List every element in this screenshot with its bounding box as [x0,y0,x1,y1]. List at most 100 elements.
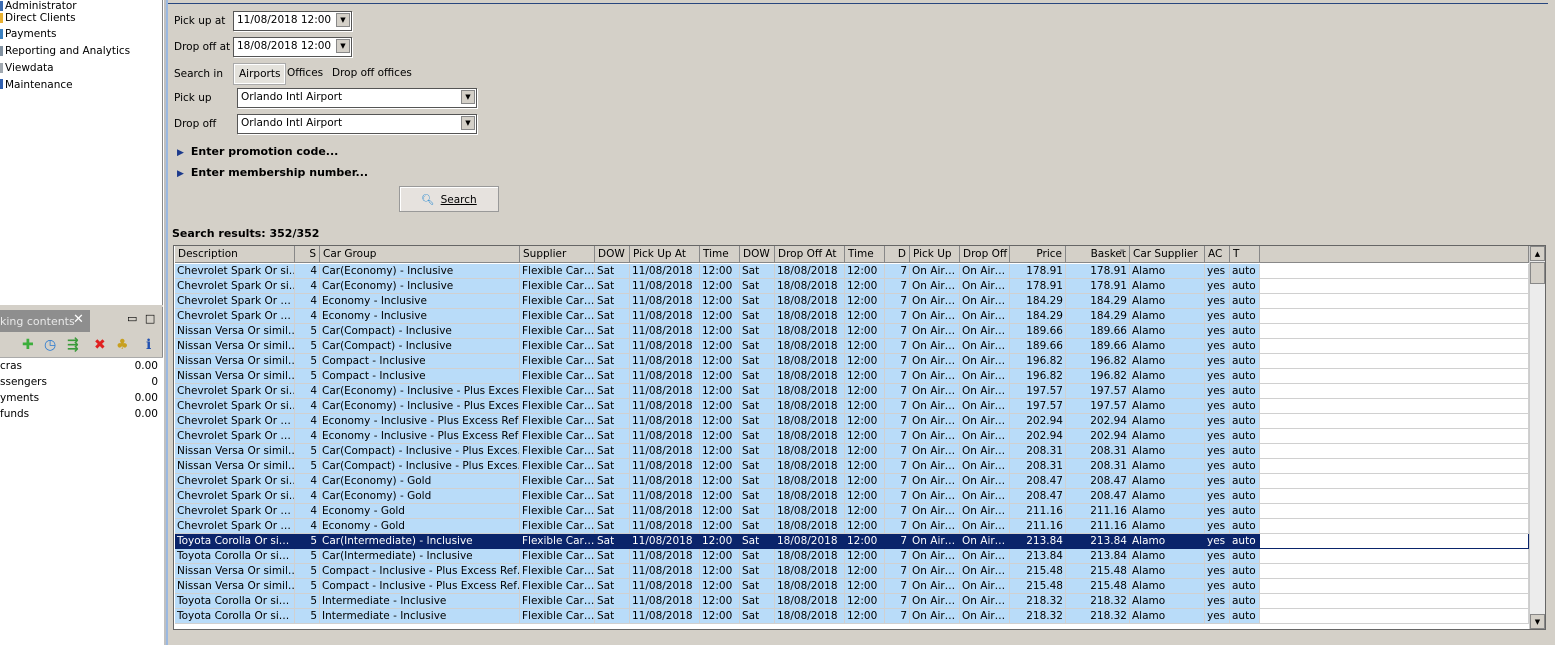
table-row[interactable]: Chevrolet Spark Or si… 4 Car(Economy) - In… [174,264,1530,279]
cell-ac: yes [1205,609,1230,624]
column-header-d[interactable]: D [885,246,910,263]
table-row[interactable]: Nissan Versa Or simil… 5 Compact - Inclusi… [174,579,1530,594]
column-header-price[interactable]: Price [1010,246,1066,263]
chevron-down-icon[interactable]: ▼ [336,13,350,27]
pickup-location-select[interactable]: Orlando Intl Airport ▼ [237,88,477,108]
column-header-drop-off[interactable]: Drop Off [960,246,1010,263]
search-in-airports[interactable]: Airports [232,63,287,85]
column-header-description[interactable]: Description [175,246,295,263]
cell-dow: Sat [740,519,775,534]
table-row[interactable]: Nissan Versa Or simil… 5 Car(Compact) - In… [174,339,1530,354]
dropoff-at-field[interactable]: 18/08/2018 12:00 ▼ [233,37,352,57]
cell-pick-up: On Air… [910,339,960,354]
cell-t: auto [1230,474,1260,489]
info-icon[interactable]: i [146,337,151,353]
column-header-supplier[interactable]: Supplier [520,246,595,263]
column-header-dow[interactable]: DOW [740,246,775,263]
column-header-car-group[interactable]: Car Group [320,246,520,263]
table-row[interactable]: Nissan Versa Or simil… 5 Compact - Inclusi… [174,369,1530,384]
cart-icon[interactable]: ⇶ [67,337,79,353]
cell-time: 12:00 [700,384,740,399]
search-button[interactable]: 🔍︎ Search [399,186,499,212]
table-row[interactable]: Toyota Corolla Or si… 5 Car(Intermediate) … [174,549,1530,564]
close-icon[interactable]: ✕ [73,312,84,327]
table-row[interactable]: Chevrolet Spark Or … 4 Economy - Inclusive… [174,414,1530,429]
nav-item-direct-clients[interactable]: Direct Clients [5,12,76,24]
column-header-car-supplier[interactable]: Car Supplier [1130,246,1205,263]
cell-dow: Sat [595,564,630,579]
column-header-time[interactable]: Time [845,246,885,263]
column-header-t[interactable]: T [1230,246,1260,263]
booking-contents-tab[interactable]: king contents ✕ [0,310,90,332]
cell-d: 7 [885,549,910,564]
search-in-drop-off-offices[interactable]: Drop off offices [328,64,416,82]
cell-pick-up: On Air… [910,489,960,504]
cell-d: 7 [885,414,910,429]
scroll-down-icon[interactable]: ▼ [1530,614,1545,629]
cell-d: 7 [885,324,910,339]
cell-dow: Sat [740,474,775,489]
nav-item-maintenance[interactable]: Maintenance [5,79,73,91]
dropoff-location-select[interactable]: Orlando Intl Airport ▼ [237,114,477,134]
promotion-code-expander[interactable]: ▶ Enter promotion code... [177,145,338,158]
nav-item-payments[interactable]: Payments [5,28,56,40]
delete-icon[interactable]: ✖ [94,337,106,353]
table-row[interactable]: Chevrolet Spark Or … 4 Economy - Inclusive… [174,294,1530,309]
table-row[interactable]: Nissan Versa Or simil… 5 Compact - Inclusi… [174,564,1530,579]
holiday-icon[interactable]: ♣ [116,337,129,353]
table-row[interactable]: Chevrolet Spark Or … 4 Economy - Gold Flexi… [174,519,1530,534]
promotion-code-label: Enter promotion code... [190,145,339,158]
cell-car-supplier: Alamo [1130,444,1205,459]
nav-item-reporting[interactable]: Reporting and Analytics [5,45,130,57]
search-in-offices[interactable]: Offices [283,64,327,82]
table-row[interactable]: Nissan Versa Or simil… 5 Car(Compact) - In… [174,459,1530,474]
table-row[interactable]: Chevrolet Spark Or si… 4 Car(Economy) - Go… [174,474,1530,489]
cell-price: 197.57 [1010,384,1066,399]
pickup-at-field[interactable]: 11/08/2018 12:00 ▼ [233,11,352,31]
cell-drop-off: On Air… [960,444,1010,459]
minimize-icon[interactable]: ▭ [127,312,137,325]
cell-drop-off: On Air… [960,339,1010,354]
chevron-down-icon[interactable]: ▼ [461,90,475,104]
table-row[interactable]: Nissan Versa Or simil… 5 Car(Compact) - In… [174,444,1530,459]
table-row[interactable]: Chevrolet Spark Or si… 4 Car(Economy) - In… [174,279,1530,294]
column-header-pick-up-at[interactable]: Pick Up At [630,246,700,263]
add-icon[interactable]: ✚ [22,337,34,353]
cell-car-group: Economy - Gold [320,519,520,534]
table-row[interactable]: Chevrolet Spark Or si… 4 Car(Economy) - In… [174,384,1530,399]
cell-s: 4 [295,414,320,429]
table-row[interactable]: Nissan Versa Or simil… 5 Compact - Inclusi… [174,354,1530,369]
cell-t: auto [1230,294,1260,309]
column-header-drop-off-at[interactable]: Drop Off At [775,246,845,263]
nav-item-viewdata[interactable]: Viewdata [5,62,54,74]
scroll-thumb[interactable] [1530,262,1545,284]
column-header-s[interactable]: S [295,246,320,263]
column-header-dow[interactable]: DOW [595,246,630,263]
table-row[interactable]: Chevrolet Spark Or … 4 Economy - Inclusive… [174,429,1530,444]
cell-t: auto [1230,594,1260,609]
column-header-pick-up[interactable]: Pick Up [910,246,960,263]
membership-number-label: Enter membership number... [190,166,369,179]
cell-dow: Sat [595,354,630,369]
cell-drop-off-at: 18/08/2018 [775,444,845,459]
table-row[interactable]: Chevrolet Spark Or si… 4 Car(Economy) - Go… [174,489,1530,504]
vertical-scrollbar[interactable]: ▲ ▼ [1529,246,1545,629]
table-row[interactable]: Toyota Corolla Or si… 5 Car(Intermediate) … [174,534,1530,549]
table-row[interactable]: Chevrolet Spark Or … 4 Economy - Inclusive… [174,309,1530,324]
table-row[interactable]: Chevrolet Spark Or … 4 Economy - Gold Flexi… [174,504,1530,519]
cell-time: 12:00 [700,609,740,624]
column-header-time[interactable]: Time [700,246,740,263]
chevron-down-icon[interactable]: ▼ [336,39,350,53]
cell-dow: Sat [740,579,775,594]
nav-item-administrator[interactable]: Administrator [5,0,77,12]
column-header-ac[interactable]: AC [1205,246,1230,263]
table-row[interactable]: Nissan Versa Or simil… 5 Car(Compact) - In… [174,324,1530,339]
chevron-down-icon[interactable]: ▼ [461,116,475,130]
refresh-icon[interactable]: ◷ [44,337,56,353]
membership-number-expander[interactable]: ▶ Enter membership number... [177,166,368,179]
table-row[interactable]: Toyota Corolla Or si… 5 Intermediate - Inc… [174,594,1530,609]
maximize-icon[interactable]: □ [145,312,155,325]
table-row[interactable]: Toyota Corolla Or si… 5 Intermediate - Inc… [174,609,1530,624]
table-row[interactable]: Chevrolet Spark Or si… 4 Car(Economy) - In… [174,399,1530,414]
scroll-up-icon[interactable]: ▲ [1530,246,1545,261]
